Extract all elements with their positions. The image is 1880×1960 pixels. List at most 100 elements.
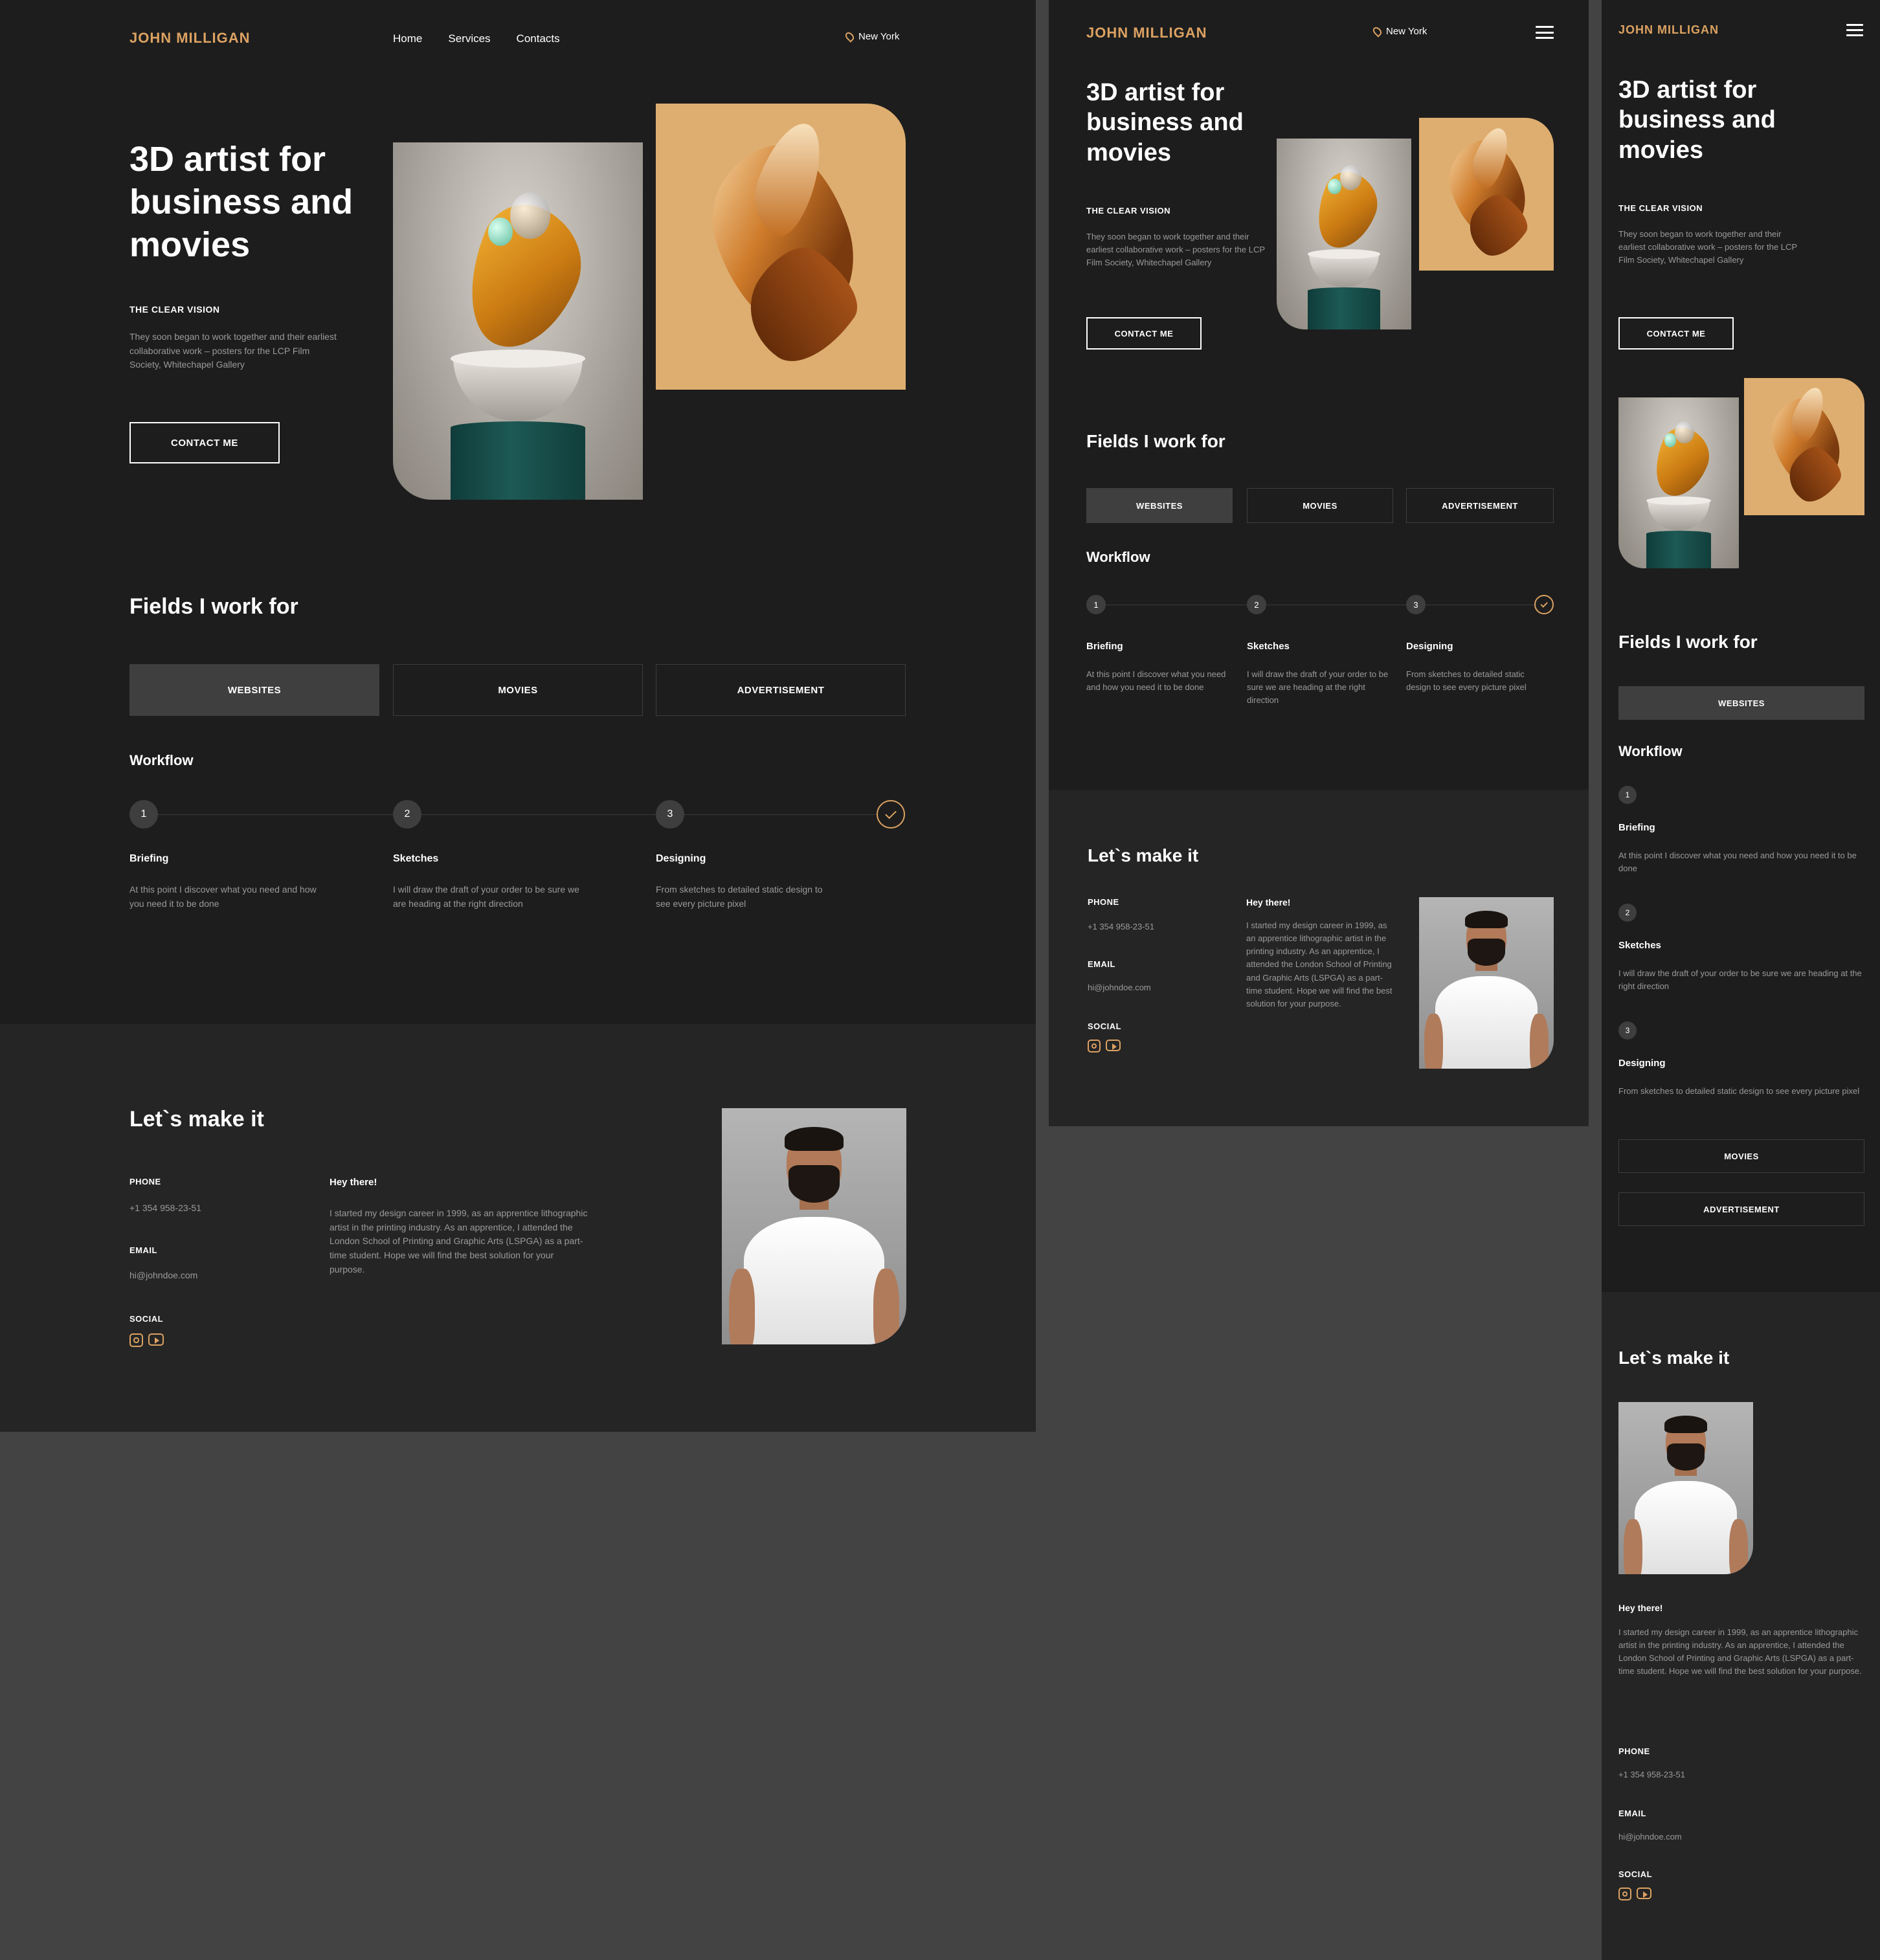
instagram-icon[interactable] — [1618, 1888, 1631, 1900]
main-nav: Home Services Contacts — [393, 32, 560, 45]
location: New York — [844, 30, 900, 43]
pedestal-artwork-image — [393, 142, 643, 500]
contact-me-button[interactable]: CONTACT ME — [129, 422, 280, 463]
step-3-title: Designing — [1406, 641, 1453, 652]
hero-text: They soon began to work together and the… — [1086, 232, 1265, 268]
hero-title: 3D artist for business and movies — [129, 140, 353, 264]
step-1-dot: 1 — [1086, 595, 1106, 614]
nav-services[interactable]: Services — [448, 32, 490, 45]
social-label: SOCIAL — [1618, 1869, 1653, 1879]
hero-eyebrow: THE CLEAR VISION — [129, 304, 220, 315]
contact-title: Let`s make it — [1618, 1348, 1730, 1368]
social-label: SOCIAL — [1088, 1021, 1122, 1031]
step-3-dot: 3 — [1618, 1021, 1637, 1040]
email-label: EMAIL — [1088, 959, 1115, 969]
email-label: EMAIL — [1618, 1809, 1646, 1818]
hero-text: They soon began to work together and the… — [129, 331, 337, 370]
workflow-line — [144, 814, 891, 815]
location: New York — [1371, 25, 1427, 38]
menu-icon[interactable] — [1536, 26, 1554, 39]
location-pin-icon — [844, 30, 856, 43]
step-1-dot: 1 — [129, 800, 158, 829]
tab-movies[interactable]: MOVIES — [393, 664, 643, 716]
instagram-icon[interactable] — [1088, 1040, 1101, 1052]
step-2-dot: 2 — [393, 800, 421, 829]
contact-me-button[interactable]: CONTACT ME — [1618, 317, 1734, 350]
phone-value[interactable]: +1 354 958-23-51 — [1088, 920, 1154, 933]
email-value[interactable]: hi@johndoe.com — [1088, 981, 1151, 994]
tab-movies[interactable]: MOVIES — [1247, 488, 1393, 523]
step-2-title: Sketches — [393, 853, 439, 864]
portrait-photo — [1618, 1402, 1753, 1574]
youtube-icon[interactable] — [148, 1333, 164, 1346]
contact-me-button[interactable]: CONTACT ME — [1086, 317, 1202, 350]
location-label: New York — [858, 31, 900, 42]
phone-label: PHONE — [1618, 1746, 1650, 1756]
tab-movies[interactable]: MOVIES — [1618, 1139, 1864, 1173]
step-2-text: I will draw the draft of your order to b… — [393, 884, 579, 909]
nav-contacts[interactable]: Contacts — [517, 32, 560, 45]
step-3-title: Designing — [656, 853, 706, 864]
mobile-frame: JOHN MILLIGAN 3D artist for business and… — [1602, 0, 1880, 1960]
pedestal-artwork-image — [1618, 397, 1739, 568]
logo[interactable]: JOHN MILLIGAN — [1618, 23, 1719, 37]
step-3-title: Designing — [1618, 1058, 1666, 1069]
orange-sculpture-image — [1744, 378, 1864, 515]
step-1-dot: 1 — [1618, 786, 1637, 804]
tab-advertisement[interactable]: ADVERTISEMENT — [656, 664, 906, 716]
workflow-title: Workflow — [1086, 549, 1150, 565]
step-2-dot: 2 — [1247, 595, 1266, 614]
hero-eyebrow: THE CLEAR VISION — [1086, 206, 1171, 216]
step-3-text: From sketches to detailed static design … — [656, 884, 823, 909]
tab-websites[interactable]: WEBSITES — [1086, 488, 1233, 523]
step-1-text: At this point I discover what you need a… — [1618, 851, 1857, 874]
logo[interactable]: JOHN MILLIGAN — [129, 30, 251, 47]
bio-text: I started my design career in 1999, as a… — [1246, 920, 1393, 1008]
portrait-photo — [1419, 897, 1554, 1069]
youtube-icon[interactable] — [1106, 1040, 1121, 1051]
social-icons — [129, 1333, 164, 1347]
nav-home[interactable]: Home — [393, 32, 422, 45]
location-label: New York — [1386, 26, 1427, 37]
check-icon — [877, 800, 905, 829]
contact-title: Let`s make it — [1088, 845, 1199, 865]
orange-sculpture-image — [1419, 118, 1554, 271]
tab-websites[interactable]: WEBSITES — [1618, 686, 1864, 720]
menu-icon[interactable] — [1846, 24, 1863, 36]
step-3-dot: 3 — [656, 800, 684, 829]
workflow-title: Workflow — [1618, 743, 1683, 759]
social-icons — [1088, 1040, 1121, 1052]
phone-value[interactable]: +1 354 958-23-51 — [1618, 1768, 1685, 1781]
social-label: SOCIAL — [129, 1314, 164, 1324]
instagram-icon[interactable] — [129, 1333, 143, 1347]
step-2-dot: 2 — [1618, 904, 1637, 922]
location-pin-icon — [1371, 25, 1383, 38]
workflow-title: Workflow — [129, 752, 194, 768]
desktop-frame: JOHN MILLIGAN Home Services Contacts New… — [0, 0, 1036, 1432]
step-1-title: Briefing — [1086, 641, 1123, 652]
tab-websites[interactable]: WEBSITES — [129, 664, 379, 716]
email-value[interactable]: hi@johndoe.com — [1618, 1831, 1682, 1843]
phone-label: PHONE — [1088, 897, 1119, 907]
orange-sculpture-image — [656, 104, 906, 390]
check-icon — [1534, 595, 1554, 614]
hero-text: They soon began to work together and the… — [1618, 229, 1797, 265]
step-2-title: Sketches — [1247, 641, 1290, 652]
step-1-text: At this point I discover what you need a… — [129, 884, 317, 909]
youtube-icon[interactable] — [1637, 1888, 1651, 1899]
tab-advertisement[interactable]: ADVERTISEMENT — [1406, 488, 1554, 523]
fields-title: Fields I work for — [129, 594, 298, 619]
email-label: EMAIL — [129, 1245, 157, 1255]
logo[interactable]: JOHN MILLIGAN — [1086, 25, 1207, 41]
step-1-title: Briefing — [1618, 822, 1655, 833]
email-value[interactable]: hi@johndoe.com — [129, 1269, 197, 1283]
fields-title: Fields I work for — [1086, 431, 1225, 451]
portrait-photo — [722, 1108, 906, 1344]
hero-title: 3D artist for business and movies — [1618, 76, 1776, 164]
bio-text: I started my design career in 1999, as a… — [1618, 1627, 1862, 1676]
hero-eyebrow: THE CLEAR VISION — [1618, 203, 1703, 213]
step-1-text: At this point I discover what you need a… — [1086, 669, 1226, 693]
phone-value[interactable]: +1 354 958-23-51 — [129, 1201, 201, 1216]
tab-advertisement[interactable]: ADVERTISEMENT — [1618, 1192, 1864, 1226]
step-3-dot: 3 — [1406, 595, 1426, 614]
